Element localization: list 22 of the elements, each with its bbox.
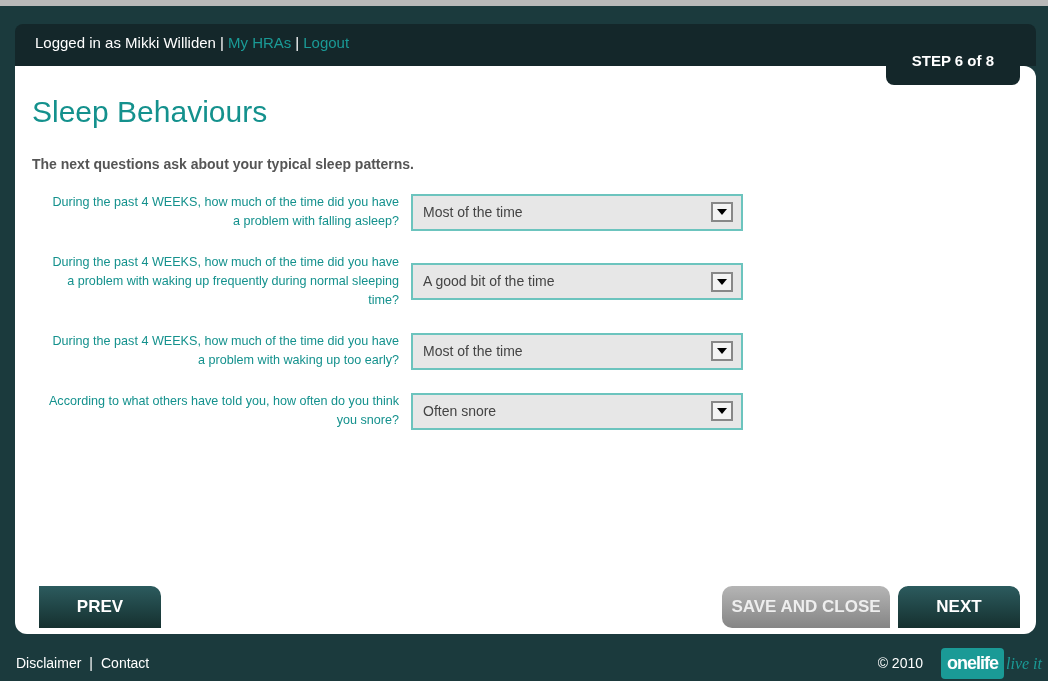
logo-tagline: live it [1006, 653, 1042, 674]
separator: | [295, 33, 300, 53]
question-label: According to what others have told you, how often do you think you snore? [47, 393, 399, 429]
intro-text: The next questions ask about your typical sleep patterns. [32, 155, 415, 174]
select-field[interactable]: A good bit of the time [411, 263, 743, 300]
select-field[interactable]: Often snore [411, 392, 743, 430]
copyright: © 2010 [877, 654, 923, 673]
prev-button[interactable]: PREV [39, 586, 161, 628]
next-button[interactable]: NEXT [898, 586, 1020, 628]
logo: onelife [941, 648, 1004, 679]
header-link[interactable]: My HRAs [228, 32, 292, 58]
page-title: Sleep Behaviours [32, 94, 269, 130]
login-status: Logged in as Mikki Williden | [35, 33, 224, 53]
question-label: During the past 4 WEEKS, how much of the time did you have a problem with falling asleep? [51, 194, 399, 230]
select-field[interactable]: Most of the time [411, 332, 743, 370]
header-link[interactable]: Logout [303, 32, 350, 58]
footer-link[interactable]: Contact [101, 653, 150, 674]
question-label: During the past 4 WEEKS, how much of the time did you have a problem with waking up too early? [51, 333, 399, 369]
question-label: During the past 4 WEEKS, how much of the time did you have a problem with waking up frequently during normal sleeping time? [51, 254, 399, 309]
select-field[interactable]: Most of the time [411, 193, 743, 231]
separator: | [89, 654, 93, 673]
footer-link[interactable]: Disclaimer [16, 653, 82, 674]
